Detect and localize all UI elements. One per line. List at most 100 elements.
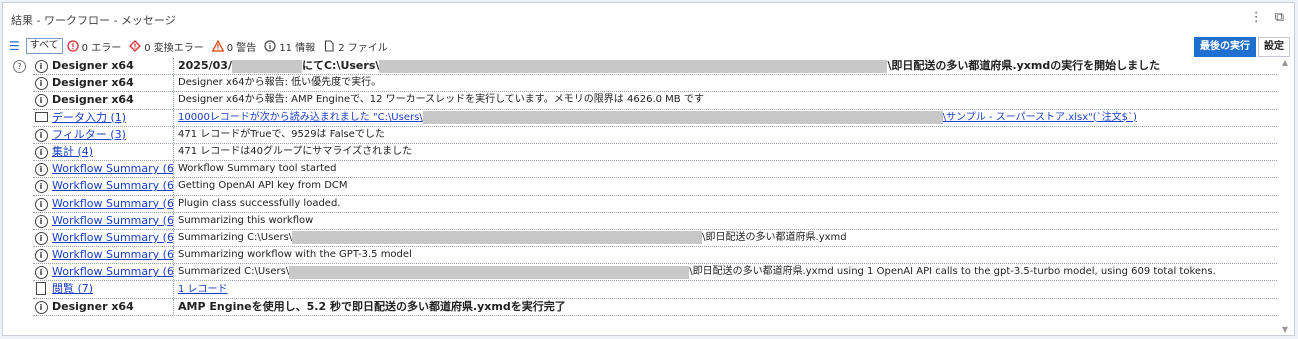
info-icon: i bbox=[34, 163, 48, 177]
redacted-block bbox=[289, 265, 690, 279]
vertical-scrollbar[interactable]: ▲ ▼ bbox=[1278, 58, 1292, 334]
message-text-part: \即日配送の多い都道府県.yxmdの実行を開始しました bbox=[887, 59, 1161, 73]
message-source[interactable]: Workflow Summary (6) bbox=[49, 229, 174, 247]
row-icon-cell bbox=[33, 281, 49, 298]
scroll-up-icon[interactable]: ▲ bbox=[1278, 58, 1292, 67]
filter-errors-label: 0 エラー bbox=[81, 42, 122, 54]
info-icon bbox=[264, 40, 276, 52]
message-text: 471 レコードは40グループにサマライズされました bbox=[174, 144, 412, 160]
message-source[interactable]: Workflow Summary (6) bbox=[49, 161, 174, 178]
info-icon: i bbox=[34, 300, 48, 314]
message-source[interactable]: Workflow Summary (6) bbox=[49, 178, 174, 195]
settings-button[interactable]: 設定 bbox=[1258, 37, 1290, 57]
conversion-error-icon bbox=[129, 40, 142, 52]
message-text-part: 1 レコード bbox=[178, 283, 228, 295]
scroll-down-icon[interactable]: ▼ bbox=[1278, 325, 1292, 334]
message-row[interactable]: i Workflow Summary (6) Plugin class succes… bbox=[33, 195, 1277, 213]
message-source[interactable]: Workflow Summary (6) bbox=[49, 212, 174, 229]
message-source[interactable]: 閲覧 (7) bbox=[49, 281, 174, 298]
message-row[interactable]: i 集計 (4) 471 レコードは40グループにサマライズされました bbox=[33, 143, 1277, 162]
message-text-part: Plugin class successfully loaded. bbox=[178, 197, 341, 209]
row-icon-cell: i bbox=[33, 197, 49, 211]
filter-info[interactable]: 11 情報 bbox=[264, 39, 315, 54]
message-row[interactable]: i Workflow Summary (6) Summarizing this wo… bbox=[33, 212, 1277, 230]
message-row[interactable]: i Designer x64 Designer x64から報告: 低い優先度で実行。 bbox=[33, 75, 1277, 93]
message-text-part: Summarizing C:\Users\ bbox=[178, 231, 293, 243]
info-icon: i bbox=[34, 60, 48, 74]
row-icon-cell bbox=[33, 110, 49, 125]
message-source[interactable]: Workflow Summary (6) bbox=[49, 195, 174, 212]
message-source[interactable]: 集計 (4) bbox=[49, 143, 174, 161]
message-row[interactable]: i Workflow Summary (6) Summarizing C:\User… bbox=[33, 229, 1277, 248]
popout-icon[interactable]: ⧉ bbox=[1275, 10, 1284, 25]
filter-files[interactable]: 2 ファイル bbox=[323, 39, 388, 54]
message-source[interactable]: フィルター (3) bbox=[49, 126, 174, 143]
message-source: Designer x64 bbox=[49, 92, 174, 109]
message-row[interactable]: i Designer x64 AMP Engineを使用し、5.2 秒で即日配送の多… bbox=[33, 298, 1277, 316]
message-text: Summarizing C:\Users\ \即日配送の多い都道府県.yxmd bbox=[174, 230, 847, 246]
message-text: 2025/03/にてC:\Users\ \即日配送の多い都道府県.yxmdの実行を… bbox=[174, 58, 1160, 74]
row-icon-cell: i bbox=[33, 179, 49, 194]
more-options-icon[interactable]: ⋮ bbox=[1250, 10, 1263, 25]
info-icon: i bbox=[34, 94, 48, 108]
message-row[interactable]: 閲覧 (7) 1 レコード bbox=[33, 281, 1277, 299]
message-text-part: \サンプル - スーパーストア.xlsx"(`注文$`) bbox=[942, 111, 1137, 123]
message-text[interactable]: 1 レコード bbox=[174, 282, 228, 298]
message-row[interactable]: i Designer x64 Designer x64から報告: AMP Engin… bbox=[33, 92, 1277, 110]
message-source: Designer x64 bbox=[49, 58, 174, 75]
panel-titlebar: 結果 - ワークフロー - メッセージ ⋮ ⧉ bbox=[3, 3, 1294, 33]
message-text: Workflow Summary tool started bbox=[174, 161, 337, 177]
results-panel: 結果 - ワークフロー - メッセージ ⋮ ⧉ ☰ すべて 0 エラー 0 変換… bbox=[2, 2, 1295, 336]
file-icon bbox=[325, 40, 334, 52]
message-row[interactable]: i フィルター (3) 471 レコードがTrueで、9529は Falseでした bbox=[33, 126, 1277, 144]
message-row[interactable]: i Designer x64 2025/03/にてC:\Users\ \即日配送の多い… bbox=[33, 58, 1277, 76]
list-view-icon[interactable]: ☰ bbox=[9, 39, 20, 53]
last-run-button[interactable]: 最後の実行 bbox=[1194, 37, 1256, 57]
message-source: Designer x64 bbox=[49, 75, 174, 92]
message-text: Summarizing workflow with the GPT-3.5 mo… bbox=[174, 247, 412, 263]
filter-info-label: 11 情報 bbox=[279, 42, 316, 54]
message-text-part: Summarizing this workflow bbox=[178, 214, 314, 226]
message-source[interactable]: Workflow Summary (6) bbox=[49, 264, 174, 281]
row-icon-cell: i bbox=[33, 300, 49, 314]
filter-errors[interactable]: 0 エラー bbox=[67, 39, 122, 54]
panel-title: 結果 - ワークフロー - メッセージ bbox=[11, 14, 176, 27]
message-row[interactable]: データ入力 (1) 10000レコードが次から読み込まれました "C:\Users… bbox=[33, 109, 1277, 127]
message-row[interactable]: i Workflow Summary (6) Workflow Summary to… bbox=[33, 161, 1277, 179]
message-text-part: 471 レコードがTrueで、9529は Falseでした bbox=[178, 128, 385, 140]
message-text-part: AMP Engineを使用し、5.2 秒で即日配送の多い都道府県.yxmdを実行… bbox=[178, 299, 566, 313]
folder-icon bbox=[34, 112, 48, 123]
message-row[interactable]: i Workflow Summary (6) Summarized C:\Users… bbox=[33, 264, 1277, 282]
filter-conversion-errors[interactable]: 0 変換エラー bbox=[129, 39, 204, 54]
row-icon-cell: i bbox=[33, 59, 49, 74]
message-text: Getting OpenAI API key from DCM bbox=[174, 178, 348, 194]
message-text: Summarized C:\Users\ \即日配送の多い都道府県.yxmd us… bbox=[174, 264, 1216, 280]
message-source[interactable]: データ入力 (1) bbox=[49, 109, 174, 126]
row-icon-cell: i bbox=[33, 128, 49, 142]
message-text-part: 2025/03/ bbox=[178, 59, 232, 73]
info-icon: i bbox=[34, 128, 48, 142]
message-row[interactable]: i Workflow Summary (6) Summarizing workflo… bbox=[33, 247, 1277, 265]
filter-all-button[interactable]: すべて bbox=[25, 38, 63, 54]
message-text-part: Getting OpenAI API key from DCM bbox=[178, 180, 348, 192]
message-row[interactable]: i Workflow Summary (6) Getting OpenAI API … bbox=[33, 178, 1277, 196]
doc-icon bbox=[36, 281, 46, 295]
help-icon[interactable]: ? bbox=[13, 60, 26, 73]
message-text-part: \即日配送の多い都道府県.yxmd bbox=[702, 231, 847, 243]
filter-actions: 最後の実行 設定 bbox=[1194, 37, 1290, 57]
info-icon: i bbox=[34, 77, 48, 91]
message-source[interactable]: Workflow Summary (6) bbox=[49, 247, 174, 264]
message-text: Summarizing this workflow bbox=[174, 213, 313, 229]
row-icon-cell: i bbox=[33, 162, 49, 177]
message-text: Designer x64から報告: AMP Engineで、12 ワーカースレッ… bbox=[174, 92, 704, 108]
info-icon: i bbox=[34, 180, 48, 194]
message-text-part: Workflow Summary tool started bbox=[178, 163, 337, 175]
filter-warnings-label: 0 警告 bbox=[226, 42, 257, 54]
filter-warnings[interactable]: 0 警告 bbox=[211, 39, 257, 54]
redacted-block bbox=[231, 59, 302, 73]
message-text-part: にてC:\Users\ bbox=[301, 59, 380, 73]
message-text[interactable]: 10000レコードが次から読み込まれました "C:\Users\ \サンプル - … bbox=[174, 110, 1137, 126]
info-icon: i bbox=[34, 197, 48, 211]
row-icon-cell: i bbox=[33, 231, 49, 245]
error-icon bbox=[67, 40, 79, 52]
